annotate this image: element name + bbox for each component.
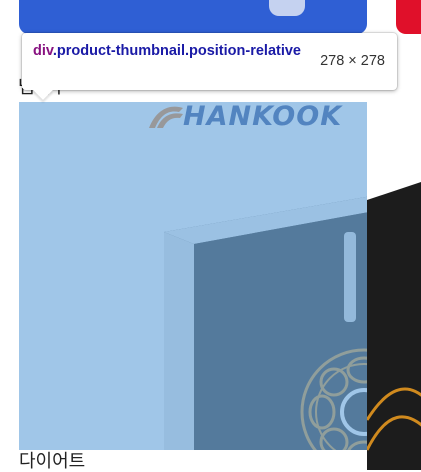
hankook-logo-mark-icon	[149, 106, 183, 128]
gift-box-edge	[367, 182, 421, 470]
product-thumbnail[interactable]: HANKOOK	[19, 102, 367, 450]
hankook-logo-text: HANKOOK	[183, 102, 343, 132]
inspect-tooltip: div.product-thumbnail.position-relative …	[22, 33, 397, 100]
hankook-logo: HANKOOK	[145, 102, 367, 134]
gift-box-image	[164, 196, 367, 450]
top-red-button[interactable]	[396, 0, 421, 34]
tooltip-dimensions: 278 × 278	[320, 53, 385, 69]
cart-icon	[269, 0, 305, 16]
tooltip-selector: div.product-thumbnail.position-relative	[33, 41, 303, 62]
tooltip-classes: .product-thumbnail.position-relative	[52, 43, 301, 59]
top-blue-button[interactable]	[19, 0, 367, 34]
product-label-below: 다이어트	[19, 451, 86, 471]
tooltip-tag: div	[33, 43, 53, 59]
